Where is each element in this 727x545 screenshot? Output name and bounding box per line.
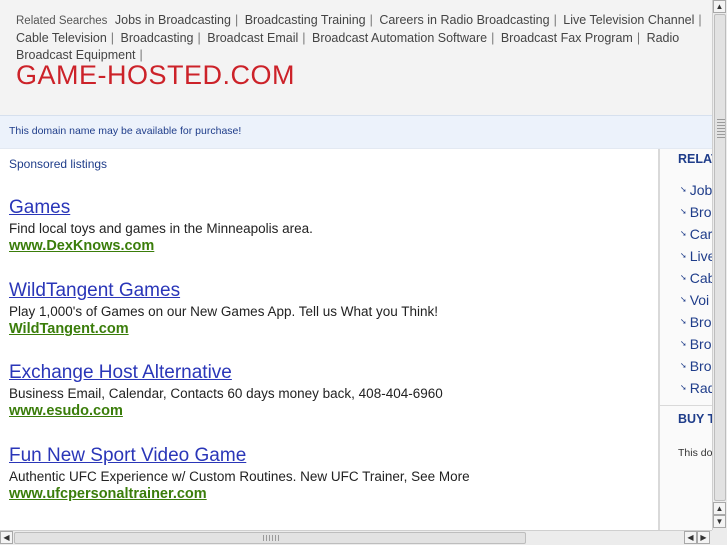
sidebar-buy-heading: BUY THIS DOMAIN bbox=[678, 412, 712, 426]
sidebar-related-label: Broa bbox=[689, 204, 712, 220]
ad-listing: Games Find local toys and games in the M… bbox=[9, 197, 649, 255]
sidebar-related-list: ➘Jobs➘Broa➘Care➘Live➘Cab➘Voi➘Bro➘Bro➘Bro… bbox=[680, 179, 712, 399]
link-separator: | bbox=[553, 13, 557, 27]
ad-url-link[interactable]: WildTangent.com bbox=[9, 320, 649, 338]
related-search-link[interactable]: Careers in Radio Broadcasting bbox=[379, 13, 549, 27]
sponsored-label: Sponsored listings bbox=[9, 157, 108, 171]
sidebar-buy-text: This domain bbox=[678, 447, 712, 459]
sidebar-related-item[interactable]: ➘Broa bbox=[680, 201, 712, 223]
sidebar-related-heading: RELATED SEARCHES bbox=[678, 152, 712, 166]
availability-text[interactable]: This domain name may be available for pu… bbox=[9, 125, 241, 137]
ad-listing: Fun New Sport Video Game Authentic UFC E… bbox=[9, 445, 649, 503]
sidebar-related-label: Cab bbox=[689, 270, 712, 286]
grip-icon bbox=[717, 119, 725, 139]
link-separator: | bbox=[302, 31, 306, 45]
arrow-bullet-icon: ➘ bbox=[680, 229, 687, 238]
ad-title-link[interactable]: Exchange Host Alternative bbox=[9, 362, 649, 384]
arrow-bullet-icon: ➘ bbox=[680, 251, 687, 260]
related-search-link[interactable]: Broadcasting Training bbox=[245, 13, 366, 27]
arrow-bullet-icon: ➘ bbox=[680, 339, 687, 348]
horizontal-scroll-thumb[interactable] bbox=[14, 532, 526, 544]
arrow-bullet-icon: ➘ bbox=[680, 273, 687, 282]
sidebar-related-item[interactable]: ➘ Live bbox=[680, 245, 712, 267]
ad-url-link[interactable]: www.ufcpersonaltrainer.com bbox=[9, 485, 649, 503]
page-viewport: Related Searches Jobs in Broadcasting | B… bbox=[0, 0, 712, 530]
related-search-link[interactable]: Live Television Channel bbox=[563, 13, 694, 27]
link-separator: | bbox=[110, 31, 115, 45]
arrow-bullet-icon: ➘ bbox=[680, 207, 687, 216]
related-searches-label: Related Searches bbox=[16, 15, 108, 27]
related-search-link[interactable]: Broadcast Fax Program bbox=[501, 31, 633, 45]
arrow-bullet-icon: ➘ bbox=[680, 317, 687, 326]
sidebar-related-label: Bro bbox=[689, 314, 712, 330]
link-separator: | bbox=[197, 31, 201, 45]
sponsored-listings: Sponsored listings Games Find local toys… bbox=[0, 149, 658, 530]
ad-description: Authentic UFC Experience w/ Custom Routi… bbox=[9, 469, 470, 484]
header: Related Searches Jobs in Broadcasting | B… bbox=[0, 0, 712, 115]
sidebar-related-label: Bro bbox=[689, 336, 712, 352]
sidebar-related-item[interactable]: ➘ Cab bbox=[680, 267, 712, 289]
ad-description: Business Email, Calendar, Contacts 60 da… bbox=[9, 386, 443, 401]
scrollbar-corner bbox=[712, 530, 727, 545]
arrow-left-icon[interactable]: ◀ bbox=[0, 531, 13, 544]
arrow-right-icon[interactable]: ▶ bbox=[697, 531, 710, 544]
related-searches-bar: Related Searches Jobs in Broadcasting | B… bbox=[16, 12, 712, 64]
link-separator: | bbox=[636, 31, 641, 45]
site-title: GAME-HOSTED.COM bbox=[16, 60, 296, 90]
sidebar-related-item[interactable]: ➘Care bbox=[680, 223, 712, 245]
vertical-scroll-thumb[interactable] bbox=[714, 14, 726, 501]
arrow-bullet-icon: ➘ bbox=[680, 383, 687, 392]
ad-description: Find local toys and games in the Minneap… bbox=[9, 221, 313, 236]
related-links: Jobs in Broadcasting | Broadcasting Train… bbox=[16, 13, 705, 62]
ad-title-link[interactable]: Games bbox=[9, 197, 649, 219]
horizontal-scrollbar[interactable]: ◀ ◀ ▶ bbox=[0, 530, 712, 545]
ad-listing: Exchange Host Alternative Business Email… bbox=[9, 362, 649, 420]
sidebar-divider bbox=[660, 405, 712, 406]
ad-description: Play 1,000's of Games on our New Games A… bbox=[9, 304, 439, 319]
ad-url-link[interactable]: www.DexKnows.com bbox=[9, 237, 649, 255]
sidebar: RELATED SEARCHES ➘Jobs➘Broa➘Care➘Live➘Ca… bbox=[658, 149, 712, 530]
arrow-up-icon[interactable]: ▲ bbox=[713, 0, 726, 13]
sidebar-related-item[interactable]: ➘ Bro bbox=[680, 311, 712, 333]
arrow-bullet-icon: ➘ bbox=[680, 185, 687, 194]
sidebar-related-label: Care bbox=[689, 226, 712, 242]
ad-title-link[interactable]: Fun New Sport Video Game bbox=[9, 445, 649, 467]
sidebar-related-item[interactable]: ➘ Bro bbox=[680, 333, 712, 355]
arrow-left-icon[interactable]: ◀ bbox=[684, 531, 697, 544]
link-separator: | bbox=[234, 13, 239, 27]
link-separator: | bbox=[369, 13, 373, 27]
related-search-link[interactable]: Cable Television bbox=[16, 31, 107, 45]
sidebar-related-label: Bro bbox=[689, 358, 712, 374]
link-separator: | bbox=[698, 13, 702, 27]
link-separator: | bbox=[491, 31, 495, 45]
related-search-link[interactable]: Broadcast Email bbox=[207, 31, 298, 45]
sidebar-related-label: Live bbox=[689, 248, 712, 264]
sidebar-related-label: Rad bbox=[689, 380, 712, 396]
related-search-link[interactable]: Jobs in Broadcasting bbox=[115, 13, 231, 27]
arrow-down-icon[interactable]: ▼ bbox=[713, 515, 726, 528]
ad-listing: WildTangent Games Play 1,000's of Games … bbox=[9, 280, 649, 338]
sidebar-related-label: Voi bbox=[689, 292, 710, 308]
vertical-scrollbar[interactable]: ▲ ▲ ▼ bbox=[712, 0, 727, 530]
arrow-bullet-icon: ➘ bbox=[680, 361, 687, 370]
sidebar-related-item[interactable]: ➘ Voi bbox=[680, 289, 712, 311]
related-search-link[interactable]: Broadcast Automation Software bbox=[312, 31, 487, 45]
ad-title-link[interactable]: WildTangent Games bbox=[9, 280, 649, 302]
sidebar-related-item[interactable]: ➘ Rad bbox=[680, 377, 712, 399]
ad-url-link[interactable]: www.esudo.com bbox=[9, 402, 649, 420]
sidebar-related-item[interactable]: ➘ Bro bbox=[680, 355, 712, 377]
arrow-up-icon[interactable]: ▲ bbox=[713, 502, 726, 515]
arrow-bullet-icon: ➘ bbox=[680, 295, 687, 304]
sidebar-related-item[interactable]: ➘Jobs bbox=[680, 179, 712, 201]
sidebar-related-label: Jobs bbox=[689, 182, 712, 198]
availability-bar: This domain name may be available for pu… bbox=[0, 115, 712, 149]
grip-icon bbox=[263, 535, 279, 541]
related-search-link[interactable]: Broadcasting bbox=[121, 31, 194, 45]
